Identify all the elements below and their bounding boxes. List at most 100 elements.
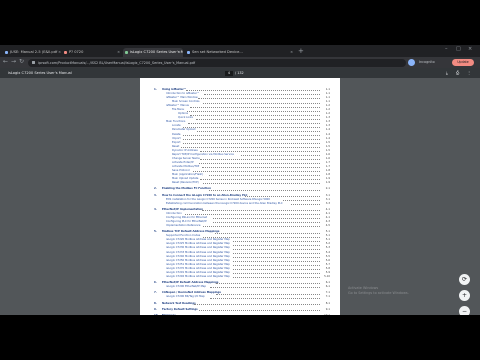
tab-close-icon[interactable]: × (290, 48, 293, 57)
toc-title: isLogix C7292 Modbus Address and Registe… (166, 274, 230, 278)
toc-title: Implementation Reference (166, 224, 201, 228)
toc-leader (245, 195, 320, 197)
toc-leader (233, 264, 320, 267)
toc-leader (200, 150, 320, 153)
tab-close-icon[interactable]: × (178, 48, 181, 57)
browser-tab[interactable]: Sen set Networked Device... × (185, 48, 295, 57)
toc-leader (216, 293, 320, 295)
activation-watermark: Activate Windows Go to Settings to activ… (348, 286, 409, 296)
toc-leader (212, 221, 320, 224)
toc-entry[interactable]: Implementation Reference 4-5 (154, 224, 330, 228)
toc-leader (198, 97, 320, 100)
browser-tab[interactable]: isLogix C7200 Series User's Ma...× (123, 48, 183, 57)
toc-chapter[interactable]: 9. Factory Default Settings 9-1 (154, 308, 330, 312)
close-window-icon[interactable]: × (468, 46, 472, 52)
toc-leader (198, 162, 320, 165)
toc-leader (212, 217, 320, 220)
forward-icon[interactable]: → (11, 58, 16, 65)
toc-leader (197, 130, 320, 132)
tab-close-icon[interactable]: × (117, 48, 120, 57)
toc-number: 8. (154, 301, 157, 305)
print-icon[interactable]: ⎙ (456, 70, 459, 75)
toc-leader (233, 260, 320, 262)
watermark-line-2: Go to Settings to activate Windows. (348, 291, 409, 295)
zoom-out-button[interactable]: − (459, 306, 470, 315)
toc-leader (187, 109, 320, 112)
toc-leader (233, 256, 320, 258)
tab-favicon-icon (5, 51, 8, 54)
toc-number: 2. (154, 187, 157, 191)
toc-leader (210, 297, 320, 299)
reload-icon[interactable]: ↻ (19, 58, 24, 65)
toc-chapter[interactable]: 8. Network Test Readings 8-1 (154, 302, 330, 306)
toc-page: 10-1 (324, 314, 330, 315)
toc-page: 4-5 (325, 224, 330, 228)
back-icon[interactable]: ← (3, 58, 8, 65)
toc-leader (282, 199, 320, 201)
pdf-title: isLogix C7200 Series User's Manual (8, 71, 72, 75)
toc-page: 8-1 (325, 301, 330, 305)
toc-entry[interactable]: isLogix C7292 Modbus Address and Registe… (154, 275, 330, 279)
browser-tab[interactable]: P? 0720 × (62, 48, 122, 57)
toc-title: Factory Default Settings (162, 307, 198, 311)
update-button[interactable]: Update (452, 59, 474, 66)
toc-entry[interactable]: Establishing communication between the i… (154, 202, 330, 206)
toc-number: 9. (154, 307, 157, 311)
toc-leader (203, 101, 320, 104)
page-total: / 132 (235, 70, 244, 75)
toc-leader (216, 282, 320, 285)
toc-title: Firmware (162, 314, 176, 315)
toc-leader (291, 203, 320, 206)
toc-leader (233, 276, 320, 279)
lock-icon (32, 61, 35, 64)
more-options-icon[interactable]: ⋮ (467, 70, 471, 75)
toc-leader (185, 89, 320, 92)
toc-leader (202, 225, 320, 228)
browser-tab[interactable]: JUSE: Manual 2-5 (E&ll.pdf × (3, 48, 63, 57)
toc-leader (233, 240, 320, 242)
toc-leader (182, 138, 320, 140)
address-url: iprsoft.com/ProductManuals/.../ISS2 BL/U… (38, 60, 196, 65)
toc-leader (233, 248, 320, 250)
toc-chapter[interactable]: 2. Enabling the Modbus FC Function 2-1 (154, 187, 330, 191)
toc-leader (233, 272, 320, 275)
toc-leader (208, 189, 320, 191)
pdf-page: 1. Using isMaster™ 1-1 Introduction to isMa… (140, 78, 340, 315)
toc-title: isLogix C7200 Bit/Tag I/O Map (166, 295, 205, 299)
toc-leader (214, 231, 320, 234)
toc-leader (201, 166, 320, 169)
pdf-viewer[interactable]: 1. Using isMaster™ 1-1 Introduction to isMa… (0, 78, 480, 315)
toc-entry[interactable]: Reset (Revision/TCP) 1-9 (154, 181, 330, 185)
toc-entry[interactable]: isLogix C7200 EtherNet/IP Map 6-1 (154, 285, 330, 289)
toc-page: 9-1 (325, 307, 330, 311)
toc-leader (181, 146, 320, 149)
fit-page-button[interactable]: ⟳ (459, 274, 470, 285)
profile-avatar[interactable] (408, 59, 415, 66)
toc-leader (201, 209, 320, 212)
toc-leader (210, 286, 320, 289)
toc-page: 1-9 (325, 181, 330, 185)
zoom-in-button[interactable]: + (459, 290, 470, 301)
new-tab-button[interactable]: + (298, 47, 304, 55)
toc-chapter[interactable]: 10.Firmware 10-1 (154, 314, 330, 315)
toc-leader (198, 309, 320, 312)
toc-title: Reset (Revision/TCP) (172, 181, 199, 185)
address-bar[interactable]: iprsoft.com/ProductManuals/.../ISS2 BL/U… (28, 58, 406, 67)
incognito-label: Incognito (419, 60, 435, 64)
tab-title: JUSE: Manual 2-5 (E&ll.pdf (10, 50, 58, 54)
toc-leader (208, 174, 320, 177)
toc-title: Establishing communication between the i… (166, 201, 283, 205)
toc-leader (182, 134, 320, 136)
toc-entry[interactable]: isLogix C7200 Bit/Tag I/O Map 7-1 (154, 295, 330, 299)
page-number-input[interactable]: 4 (225, 70, 233, 76)
tab-close-icon[interactable]: × (58, 48, 61, 57)
toc-leader (192, 170, 320, 173)
toc-page: 5-10 (324, 274, 330, 278)
toc-leader (182, 142, 320, 144)
minimize-icon[interactable]: – (445, 46, 448, 52)
tab-title: Sen set Networked Device... (192, 50, 243, 54)
download-icon[interactable]: ⤓ (446, 70, 448, 75)
maximize-icon[interactable]: □ (456, 46, 461, 52)
toc-title: Enabling the Modbus FC Function (162, 187, 211, 191)
toc-leader (240, 154, 320, 157)
